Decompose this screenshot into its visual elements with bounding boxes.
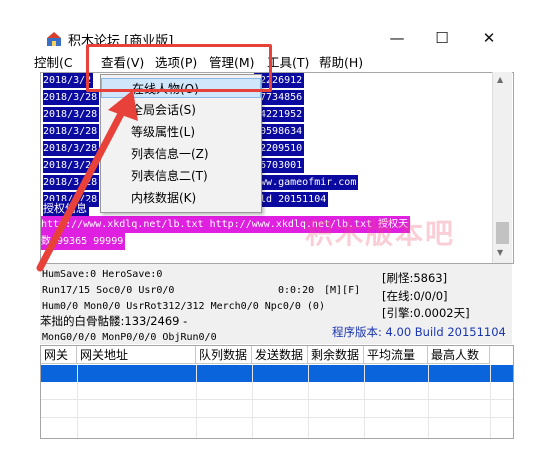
annotation-arrow bbox=[36, 90, 138, 272]
